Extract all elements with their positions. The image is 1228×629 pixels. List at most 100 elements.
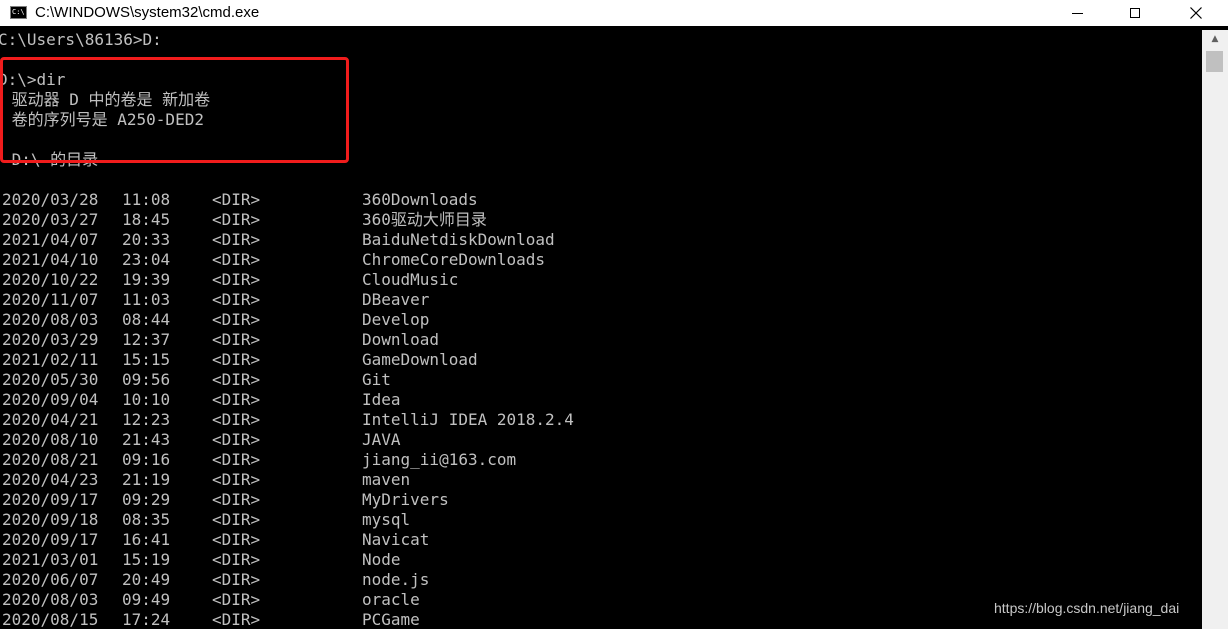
entry-date: 2020/11/07 [2, 290, 99, 309]
entry-name: GameDownload [362, 350, 478, 369]
entry-name: maven [362, 470, 411, 489]
entry-time: 21:19 [122, 470, 171, 489]
entry-time: 15:15 [122, 350, 171, 369]
entry-type: <DIR> [212, 510, 261, 529]
entry-name: 360驱动大师目录 [362, 210, 487, 229]
scroll-up-arrow-icon[interactable]: ▲ [1202, 30, 1228, 47]
entry-date: 2020/08/15 [2, 610, 99, 629]
entry-date: 2020/05/30 [2, 370, 99, 389]
entry-name: mysql [362, 510, 411, 529]
entry-time: 17:24 [122, 610, 171, 629]
entry-type: <DIR> [212, 210, 261, 229]
minimize-icon [1071, 12, 1083, 14]
red-highlight-annotation [0, 57, 349, 163]
entry-date: 2020/09/18 [2, 510, 99, 529]
entry-name: DBeaver [362, 290, 430, 309]
entry-name: Download [362, 330, 440, 349]
entry-time: 18:45 [122, 210, 171, 229]
entry-type: <DIR> [212, 310, 261, 329]
entry-date: 2020/04/21 [2, 410, 99, 429]
entry-name: Idea [362, 390, 401, 409]
maximize-button[interactable] [1106, 0, 1164, 26]
entry-type: <DIR> [212, 190, 261, 209]
entry-name: PCGame [362, 610, 420, 629]
entry-name: 360Downloads [362, 190, 478, 209]
entry-time: 08:44 [122, 310, 171, 329]
entry-date: 2020/06/07 [2, 570, 99, 589]
entry-name: ChromeCoreDownloads [362, 250, 546, 269]
entry-name: CloudMusic [362, 270, 459, 289]
close-button[interactable] [1164, 0, 1228, 26]
entry-date: 2020/03/29 [2, 330, 99, 349]
entry-date: 2020/03/27 [2, 210, 99, 229]
entry-time: 12:23 [122, 410, 171, 429]
maximize-icon [1130, 8, 1140, 18]
entry-type: <DIR> [212, 590, 261, 609]
entry-type: <DIR> [212, 390, 261, 409]
entry-time: 21:43 [122, 430, 171, 449]
entry-time: 09:56 [122, 370, 171, 389]
close-icon [1190, 7, 1202, 19]
entry-time: 10:10 [122, 390, 171, 409]
entry-type: <DIR> [212, 230, 261, 249]
title-bar[interactable]: C:\. C:\WINDOWS\system32\cmd.exe [0, 0, 1228, 26]
entry-date: 2020/04/23 [2, 470, 99, 489]
entry-date: 2020/08/03 [2, 590, 99, 609]
entry-date: 2020/08/10 [2, 430, 99, 449]
entry-time: 08:35 [122, 510, 171, 529]
entry-type: <DIR> [212, 430, 261, 449]
entry-time: 12:37 [122, 330, 171, 349]
entry-name: Develop [362, 310, 430, 329]
prompt-cd-command: C:\Users\86136>D: [0, 30, 162, 49]
entry-date: 2021/03/01 [2, 550, 99, 569]
cmd-app-icon[interactable]: C:\. [10, 6, 27, 19]
entry-date: 2021/04/10 [2, 250, 99, 269]
entry-date: 2020/09/17 [2, 530, 99, 549]
entry-time: 11:08 [122, 190, 171, 209]
entry-type: <DIR> [212, 290, 261, 309]
entry-type: <DIR> [212, 350, 261, 369]
entry-type: <DIR> [212, 490, 261, 509]
entry-date: 2021/02/11 [2, 350, 99, 369]
entry-type: <DIR> [212, 450, 261, 469]
entry-time: 16:41 [122, 530, 171, 549]
entry-time: 20:49 [122, 570, 171, 589]
entry-name: node.js [362, 570, 430, 589]
entry-type: <DIR> [212, 330, 261, 349]
entry-date: 2020/03/28 [2, 190, 99, 209]
entry-date: 2020/08/03 [2, 310, 99, 329]
entry-type: <DIR> [212, 570, 261, 589]
entry-time: 09:29 [122, 490, 171, 509]
entry-date: 2020/09/04 [2, 390, 99, 409]
entry-name: oracle [362, 590, 420, 609]
entry-type: <DIR> [212, 550, 261, 569]
entry-type: <DIR> [212, 530, 261, 549]
entry-type: <DIR> [212, 270, 261, 289]
blog-watermark: https://blog.csdn.net/jiang_dai [994, 600, 1180, 616]
entry-date: 2020/09/17 [2, 490, 99, 509]
entry-time: 20:33 [122, 230, 171, 249]
console-output[interactable]: C:\Users\86136>D: D:\>dir 驱动器 D 中的卷是 新加卷… [0, 30, 1202, 629]
scroll-thumb[interactable] [1206, 51, 1223, 72]
entry-time: 09:16 [122, 450, 171, 469]
entry-time: 23:04 [122, 250, 171, 269]
entry-time: 11:03 [122, 290, 171, 309]
entry-time: 09:49 [122, 590, 171, 609]
entry-date: 2020/08/21 [2, 450, 99, 469]
entry-name: Navicat [362, 530, 430, 549]
entry-name: BaiduNetdiskDownload [362, 230, 555, 249]
minimize-button[interactable] [1048, 0, 1106, 26]
entry-type: <DIR> [212, 250, 261, 269]
window-title: C:\WINDOWS\system32\cmd.exe [35, 4, 260, 21]
entry-time: 19:39 [122, 270, 171, 289]
entry-date: 2020/10/22 [2, 270, 99, 289]
entry-type: <DIR> [212, 370, 261, 389]
entry-name: MyDrivers [362, 490, 449, 509]
vertical-scrollbar[interactable]: ▲ [1202, 30, 1228, 629]
entry-name: IntelliJ IDEA 2018.2.4 [362, 410, 574, 429]
entry-name: JAVA [362, 430, 401, 449]
entry-name: Git [362, 370, 391, 389]
entry-type: <DIR> [212, 410, 261, 429]
entry-name: Node [362, 550, 401, 569]
entry-name: jiang_ii@163.com [362, 450, 517, 469]
